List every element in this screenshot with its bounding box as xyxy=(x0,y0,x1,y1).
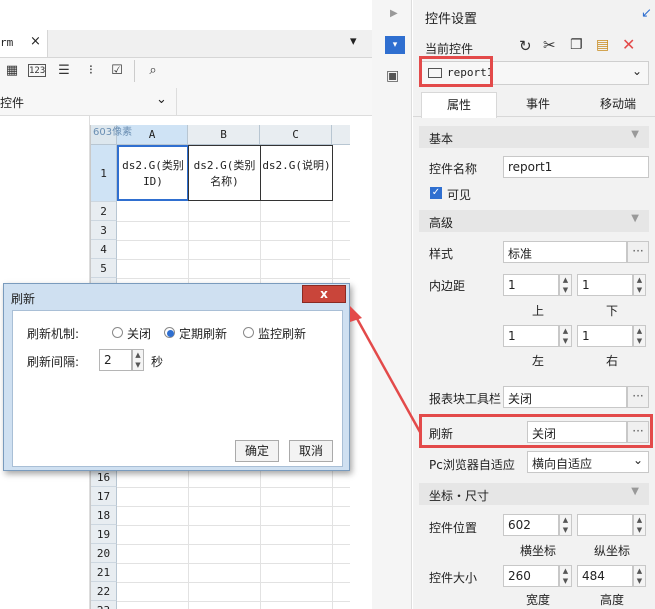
annotation-arrow xyxy=(350,306,422,433)
